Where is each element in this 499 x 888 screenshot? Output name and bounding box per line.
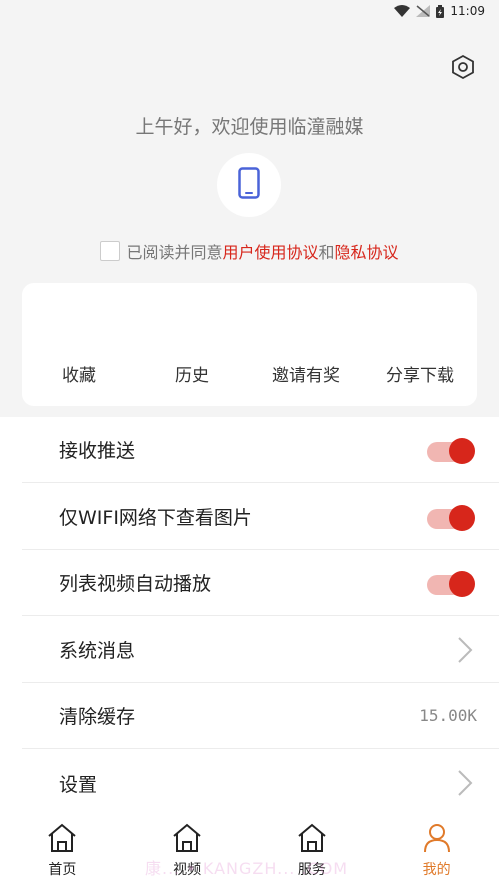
setting-label: 设置: [59, 773, 98, 796]
greeting-text: 上午好，欢迎使用临潼融媒: [135, 116, 364, 138]
chevron-right-icon: [457, 636, 473, 664]
wifi-icon: [394, 5, 411, 17]
setting-autoplay: 列表视频自动播放: [22, 550, 499, 616]
login-avatar-button[interactable]: [217, 153, 281, 217]
agreement-row: 已阅读并同意用户使用协议和隐私协议: [0, 239, 499, 263]
home-icon: [46, 823, 78, 857]
setting-label: 仅WIFI网络下查看图片: [59, 507, 252, 529]
status-time: 11:09: [450, 4, 485, 18]
quick-actions-card: 收藏 历史 邀请有奖 分享下载: [22, 283, 477, 406]
chevron-right-icon: [457, 769, 473, 797]
setting-label: 列表视频自动播放: [59, 573, 212, 595]
settings-list: 接收推送 仅WIFI网络下查看图片 列表视频自动播放 系统消息 清除缓存 15.…: [0, 417, 499, 817]
wifi-images-toggle[interactable]: [427, 504, 475, 531]
user-agreement-link[interactable]: 用户使用协议: [222, 243, 318, 262]
quick-action-history[interactable]: 历史: [137, 361, 247, 386]
setting-receive-push: 接收推送: [22, 417, 499, 483]
no-signal-icon: [416, 5, 431, 17]
phone-icon: [238, 167, 260, 203]
battery-icon: [436, 4, 445, 18]
receive-push-toggle[interactable]: [427, 437, 475, 464]
autoplay-toggle[interactable]: [427, 570, 475, 597]
tab-mine[interactable]: 我的: [374, 815, 499, 888]
agreement-conjunction: 和: [318, 243, 335, 262]
tab-label: 我的: [422, 862, 451, 878]
person-icon: [421, 823, 453, 857]
tab-label: 首页: [48, 862, 77, 878]
setting-clear-cache[interactable]: 清除缓存 15.00K: [22, 683, 499, 749]
setting-label: 清除缓存: [59, 706, 136, 728]
setting-label: 系统消息: [59, 640, 136, 662]
setting-label: 接收推送: [59, 440, 136, 462]
privacy-agreement-link[interactable]: 隐私协议: [335, 243, 399, 262]
setting-settings[interactable]: 设置: [22, 750, 499, 816]
cache-size-value: 15.00K: [419, 706, 477, 725]
watermark: 康... • KANGZH... .COM: [145, 859, 349, 878]
settings-gear-icon[interactable]: [450, 54, 476, 80]
quick-action-share-download[interactable]: 分享下载: [365, 361, 475, 386]
agreement-checkbox[interactable]: [100, 241, 121, 261]
home-icon: [171, 823, 203, 857]
quick-action-favorites[interactable]: 收藏: [24, 361, 134, 386]
status-bar: 11:09: [0, 0, 499, 22]
home-icon: [296, 823, 328, 857]
setting-wifi-images: 仅WIFI网络下查看图片: [22, 484, 499, 550]
agreement-prefix: 已阅读并同意: [126, 243, 223, 262]
tab-home[interactable]: 首页: [0, 815, 125, 888]
quick-action-invite[interactable]: 邀请有奖: [251, 361, 361, 386]
setting-system-messages[interactable]: 系统消息: [22, 617, 499, 683]
